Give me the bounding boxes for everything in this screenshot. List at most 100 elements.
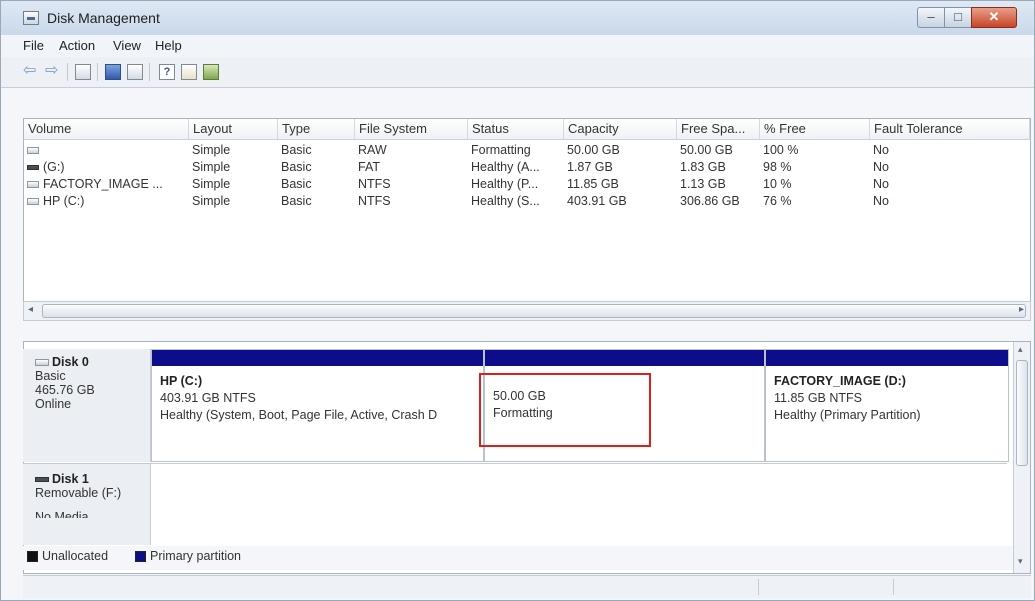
menu-action[interactable]: Action — [59, 38, 95, 53]
legend-primary-partition-label: Primary partition — [150, 549, 241, 563]
volume-type: Basic — [281, 160, 312, 174]
volume-capacity: 11.85 GB — [567, 177, 619, 191]
volume-percent-free: 98 % — [763, 160, 792, 174]
column-header-type[interactable]: Type — [278, 119, 355, 139]
volume-fault-tolerance: No — [873, 160, 889, 174]
disk-management-app-icon — [23, 11, 39, 25]
partition-factory-image-d[interactable]: FACTORY_IMAGE (D:) 11.85 GB NTFS Healthy… — [765, 349, 1009, 462]
disk-media: No Media — [35, 510, 89, 518]
volume-free-space: 1.13 GB — [680, 177, 726, 191]
disk-icon — [35, 359, 49, 367]
volume-free-space: 1.83 GB — [680, 160, 726, 174]
primary-partition-bar — [152, 350, 483, 366]
column-header-file-system[interactable]: File System — [355, 119, 468, 139]
volume-row[interactable]: (G:) Simple Basic FAT Healthy (A... 1.87… — [23, 160, 1031, 176]
disk-kind: Basic — [35, 369, 66, 383]
column-header-capacity[interactable]: Capacity — [564, 119, 677, 139]
minimize-button[interactable]: – — [917, 7, 945, 28]
volume-file-system: NTFS — [358, 194, 391, 208]
disk-0-label[interactable]: Disk 0 Basic 465.76 GB Online — [23, 349, 151, 462]
help-icon[interactable]: ? — [159, 64, 175, 80]
volume-icon — [27, 147, 39, 155]
column-header-free-space[interactable]: Free Spa... — [677, 119, 760, 139]
scroll-left-arrow-icon[interactable]: ◂ — [28, 304, 33, 315]
volume-row[interactable]: HP (C:) Simple Basic NTFS Healthy (S... … — [23, 194, 1031, 210]
primary-partition-bar — [766, 350, 1008, 366]
removable-drive-icon — [27, 165, 39, 171]
properties-icon[interactable] — [181, 64, 197, 80]
column-header-volume[interactable]: Volume — [24, 119, 189, 139]
disk-icon[interactable] — [203, 64, 219, 80]
toolbar: ⇦ ⇨ ? — [1, 57, 1034, 88]
partition-size: 403.91 GB NTFS — [160, 391, 256, 405]
column-header-fault-tolerance[interactable]: Fault Tolerance — [870, 119, 1030, 139]
volume-file-system: NTFS — [358, 177, 391, 191]
legend-unallocated-label: Unallocated — [42, 549, 109, 563]
close-button[interactable]: ✕ — [971, 7, 1017, 28]
partition-size: 11.85 GB NTFS — [774, 391, 862, 405]
volume-row[interactable]: FACTORY_IMAGE ... Simple Basic NTFS Heal… — [23, 177, 1031, 193]
menu-bar: File Action View Help — [1, 35, 1034, 57]
disk-list-icon[interactable] — [105, 64, 121, 80]
volume-layout: Simple — [192, 160, 231, 174]
volume-icon — [27, 198, 39, 206]
partition-title: HP (C:) — [160, 374, 203, 388]
volume-type: Basic — [281, 143, 312, 157]
partition-title: FACTORY_IMAGE (D:) — [774, 374, 906, 388]
volume-capacity: 50.00 GB — [567, 143, 620, 157]
column-header-status[interactable]: Status — [468, 119, 564, 139]
disk-1-label[interactable]: Disk 1 Removable (F:) No Media — [23, 463, 151, 545]
partition-status: Healthy (System, Boot, Page File, Active… — [160, 408, 438, 422]
disk-kind: Removable (F:) — [35, 486, 122, 500]
highlight-annotation-box — [479, 373, 651, 447]
window-title: Disk Management — [47, 10, 160, 26]
disk-state: Online — [35, 397, 72, 411]
volume-capacity: 1.87 GB — [567, 160, 613, 174]
volume-list-horizontal-scrollbar[interactable]: ◂ ▸ — [23, 301, 1031, 321]
menu-file[interactable]: File — [23, 38, 44, 53]
forward-arrow-icon[interactable]: ⇨ — [45, 63, 61, 80]
toolbar-separator — [149, 63, 150, 81]
volume-icon — [27, 181, 39, 189]
disk-name: Disk 1 — [52, 472, 89, 486]
removable-disk-icon — [35, 477, 49, 483]
scrollbar-thumb[interactable] — [1016, 360, 1028, 466]
volume-name: FACTORY_IMAGE ... — [43, 177, 163, 191]
disk-1-partition-area[interactable] — [151, 463, 1007, 546]
status-pane — [893, 579, 894, 595]
disk-size: 465.76 GB — [35, 383, 95, 397]
volume-file-system: FAT — [358, 160, 380, 174]
back-arrow-icon[interactable]: ⇦ — [23, 63, 39, 80]
menu-view[interactable]: View — [113, 38, 141, 53]
scrollbar-thumb[interactable] — [42, 304, 1026, 318]
scroll-up-arrow-icon[interactable]: ▴ — [1018, 344, 1023, 355]
maximize-button[interactable]: □ — [944, 7, 972, 28]
disk-view-icon[interactable] — [127, 64, 143, 80]
status-pane — [758, 579, 759, 595]
volume-free-space: 50.00 GB — [680, 143, 733, 157]
column-header-percent-free[interactable]: % Free — [760, 119, 870, 139]
volume-type: Basic — [281, 177, 312, 191]
volume-list-header: Volume Layout Type File System Status Ca… — [23, 118, 1031, 140]
volume-file-system: RAW — [358, 143, 387, 157]
volume-row[interactable]: Simple Basic RAW Formatting 50.00 GB 50.… — [23, 143, 1031, 159]
disk-view-vertical-scrollbar[interactable]: ▴ ▾ — [1013, 342, 1030, 573]
column-header-layout[interactable]: Layout — [189, 119, 278, 139]
partition-hp-c[interactable]: HP (C:) 403.91 GB NTFS Healthy (System, … — [151, 349, 484, 462]
volume-layout: Simple — [192, 177, 231, 191]
disk-management-window: Disk Management – □ ✕ File Action View H… — [0, 0, 1035, 601]
title-bar[interactable]: Disk Management – □ ✕ — [1, 1, 1034, 35]
volume-percent-free: 100 % — [763, 143, 799, 157]
volume-layout: Simple — [192, 143, 231, 157]
volume-fault-tolerance: No — [873, 143, 889, 157]
menu-help[interactable]: Help — [155, 38, 182, 53]
unallocated-swatch — [27, 551, 38, 562]
volume-fault-tolerance: No — [873, 177, 889, 191]
volume-type: Basic — [281, 194, 312, 208]
toolbar-separator — [97, 63, 98, 81]
volume-percent-free: 10 % — [763, 177, 792, 191]
volume-name: HP (C:) — [43, 194, 85, 208]
console-tree-icon[interactable] — [75, 64, 91, 80]
scroll-right-arrow-icon[interactable]: ▸ — [1019, 304, 1024, 315]
scroll-down-arrow-icon[interactable]: ▾ — [1018, 556, 1023, 567]
